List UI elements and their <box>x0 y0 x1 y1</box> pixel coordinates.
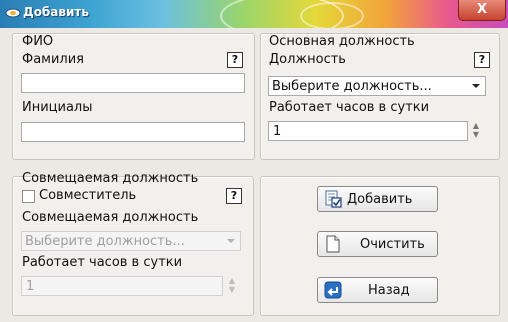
main-position-label: Должность <box>269 52 346 67</box>
combined-position-group-title: Совмещаемая должность <box>22 171 199 186</box>
app-icon <box>5 8 21 18</box>
combined-hours-label: Работает часов в сутки <box>22 255 183 270</box>
combined-help-button[interactable]: ? <box>226 188 242 204</box>
surname-label: Фамилия <box>22 52 84 67</box>
back-arrow-icon <box>324 281 342 299</box>
clear-button-label: Очистить <box>360 237 425 252</box>
window-title: Добавить <box>23 5 89 19</box>
combined-hours-input[interactable]: 1 <box>21 276 223 296</box>
spin-down-icon[interactable]: ▼ <box>470 130 482 139</box>
title-decoration <box>300 2 364 28</box>
chevron-down-icon <box>227 239 235 243</box>
main-hours-spinner[interactable]: ▲ ▼ <box>470 121 482 139</box>
spin-down-icon[interactable]: ▼ <box>226 285 238 294</box>
surname-input[interactable] <box>21 73 245 93</box>
clear-button[interactable]: Очистить <box>317 231 438 257</box>
combined-position-label: Совмещаемая должность <box>22 210 199 225</box>
close-button[interactable]: X <box>458 0 506 21</box>
spin-up-icon[interactable]: ▲ <box>470 121 482 130</box>
add-button-label: Добавить <box>347 192 413 207</box>
combined-checkbox[interactable] <box>22 190 35 203</box>
initials-input[interactable] <box>21 122 245 142</box>
main-hours-label: Работает часов в сутки <box>269 100 430 115</box>
spin-up-icon[interactable]: ▲ <box>226 276 238 285</box>
main-position-group-title: Основная должность <box>269 34 415 49</box>
main-position-help-button[interactable]: ? <box>474 52 490 68</box>
chevron-down-icon <box>472 84 480 88</box>
main-position-selected-value: Выберите должность... <box>272 79 432 94</box>
combined-position-selected-value: Выберите должность... <box>25 234 185 249</box>
back-button[interactable]: Назад <box>317 277 438 303</box>
fio-group-title: ФИО <box>22 34 54 49</box>
initials-label: Инициалы <box>22 100 93 115</box>
combined-position-select[interactable]: Выберите должность... <box>21 231 241 251</box>
dialog-window: Добавить X ФИО Фамилия ? Инициалы Основн… <box>0 0 508 322</box>
blank-document-icon <box>326 235 340 253</box>
add-document-icon <box>325 190 342 208</box>
title-bar[interactable]: Добавить X <box>0 0 508 28</box>
main-position-select[interactable]: Выберите должность... <box>268 76 486 96</box>
combined-checkbox-label[interactable]: Совместитель <box>39 188 136 203</box>
main-hours-input[interactable]: 1 <box>268 121 468 141</box>
add-button[interactable]: Добавить <box>317 186 438 212</box>
back-button-label: Назад <box>368 283 410 298</box>
combined-hours-spinner[interactable]: ▲ ▼ <box>226 276 238 294</box>
surname-help-button[interactable]: ? <box>227 52 243 68</box>
